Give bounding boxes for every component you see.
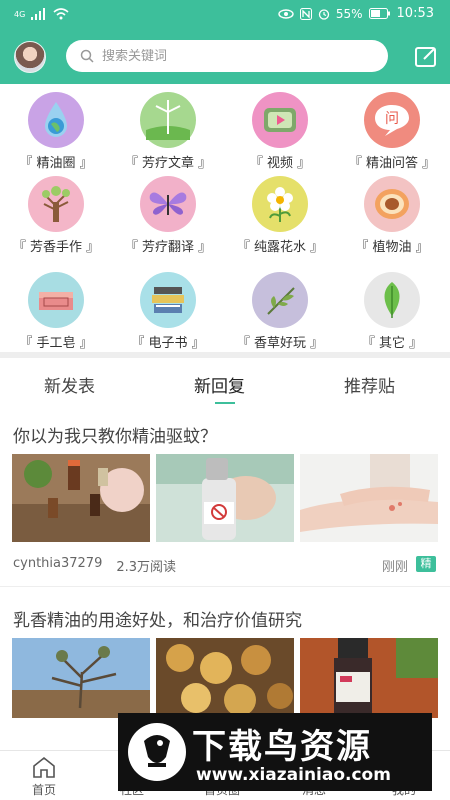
category-label: 『 视频 』 [249,156,311,171]
battery-percent: 55% [335,6,363,21]
post-time: 刚刚 [381,560,408,575]
category-label: 『 其它 』 [361,336,423,351]
category-label: 『 芳疗文章 』 [124,156,212,171]
clock: 10:53 [396,6,434,21]
video-icon [252,92,308,148]
category-oil-qa[interactable]: 问 『 精油问答 』 [336,92,448,171]
nav-label: 首页 [31,783,56,797]
top-header [0,30,450,84]
category-label: 『 芳疗翻译 』 [124,240,212,255]
compose-icon[interactable] [414,45,438,69]
category-label: 『 电子书 』 [131,336,205,351]
category-hydrosol[interactable]: 『 纯露花水 』 [224,176,336,255]
signal-label: 4G [14,9,26,19]
windmill-icon [140,92,196,148]
search-box[interactable] [66,40,388,72]
tree-icon [28,176,84,232]
category-label: 『 植物油 』 [355,240,429,255]
eye-icon [278,8,294,19]
soap-icon [28,272,84,328]
search-input[interactable] [102,48,362,64]
chat-question-icon: 问 [364,92,420,148]
category-grid: 『 精油圈 』 『 芳疗文章 』 『 视频 』 问 『 精油问答 』 『 芳香手… [0,84,450,351]
category-label: 『 精油问答 』 [348,156,436,171]
flower-icon [252,176,308,232]
category-label: 『 手工皂 』 [19,336,93,351]
post-title[interactable]: 乳香精油的用途好处，和治疗价值研究 [13,606,302,631]
category-other[interactable]: 『 其它 』 [336,272,448,351]
category-label: 『 纯露花水 』 [236,240,324,255]
post-image[interactable] [12,454,150,542]
category-aroma-handmade[interactable]: 『 芳香手作 』 [0,176,112,255]
category-label: 『 香草好玩 』 [236,336,324,351]
tab-new-replies[interactable]: 新回复 [194,372,245,397]
post-separator [0,586,450,587]
avatar[interactable] [14,41,46,73]
signal-icon [31,8,46,20]
battery-icon [368,8,390,19]
herb-icon [252,272,308,328]
post-reads: 2.3万阅读 [116,560,177,575]
post-image[interactable] [300,638,438,718]
tab-recommended[interactable]: 推荐贴 [344,372,395,397]
status-right: 55% 10:53 [278,6,434,21]
leaf-icon [364,272,420,328]
nav-home[interactable]: 首页 [12,755,76,798]
post-image[interactable] [300,454,438,542]
tab-active-indicator [215,402,235,404]
status-left: 4G [14,8,69,20]
nfc-icon [299,7,312,20]
watermark-banner: 下载鸟资源 www.xiazainiao.com [118,713,432,791]
watermark-url: www.xiazainiao.com [196,765,391,785]
post-image[interactable] [12,638,150,718]
search-icon [80,49,94,63]
wifi-icon [53,8,69,20]
post-image[interactable] [156,454,294,542]
category-label: 『 芳香手作 』 [12,240,100,255]
category-essential-oil-circle[interactable]: 『 精油圈 』 [0,92,112,171]
watermark-title: 下载鸟资源 [192,727,372,767]
peach-icon [364,176,420,232]
globe-drop-icon [28,92,84,148]
status-bar: 4G 55% 10:53 [0,0,450,30]
alarm-icon [318,8,330,20]
svg-text:问: 问 [385,111,399,127]
bird-logo-icon [128,723,186,781]
featured-badge: 精 [416,556,436,572]
books-icon [140,272,196,328]
feed-tabs: 新发表 新回复 推荐贴 [0,358,450,406]
category-plant-oil[interactable]: 『 植物油 』 [336,176,448,255]
category-herb-fun[interactable]: 『 香草好玩 』 [224,272,336,351]
home-icon [33,756,55,778]
butterfly-icon [140,176,196,232]
post-title[interactable]: 你以为我只教你精油驱蚊？ [13,422,217,447]
post-author[interactable]: cynthia37279 [13,556,102,575]
category-label: 『 精油圈 』 [19,156,93,171]
post-image[interactable] [156,638,294,718]
category-handmade-soap[interactable]: 『 手工皂 』 [0,272,112,351]
category-aromatherapy-articles[interactable]: 『 芳疗文章 』 [112,92,224,171]
tab-new-posts[interactable]: 新发表 [44,372,95,397]
category-ebook[interactable]: 『 电子书 』 [112,272,224,351]
category-video[interactable]: 『 视频 』 [224,92,336,171]
category-aroma-translation[interactable]: 『 芳疗翻译 』 [112,176,224,255]
post-meta: cynthia37279 2.3万阅读 [13,556,176,575]
